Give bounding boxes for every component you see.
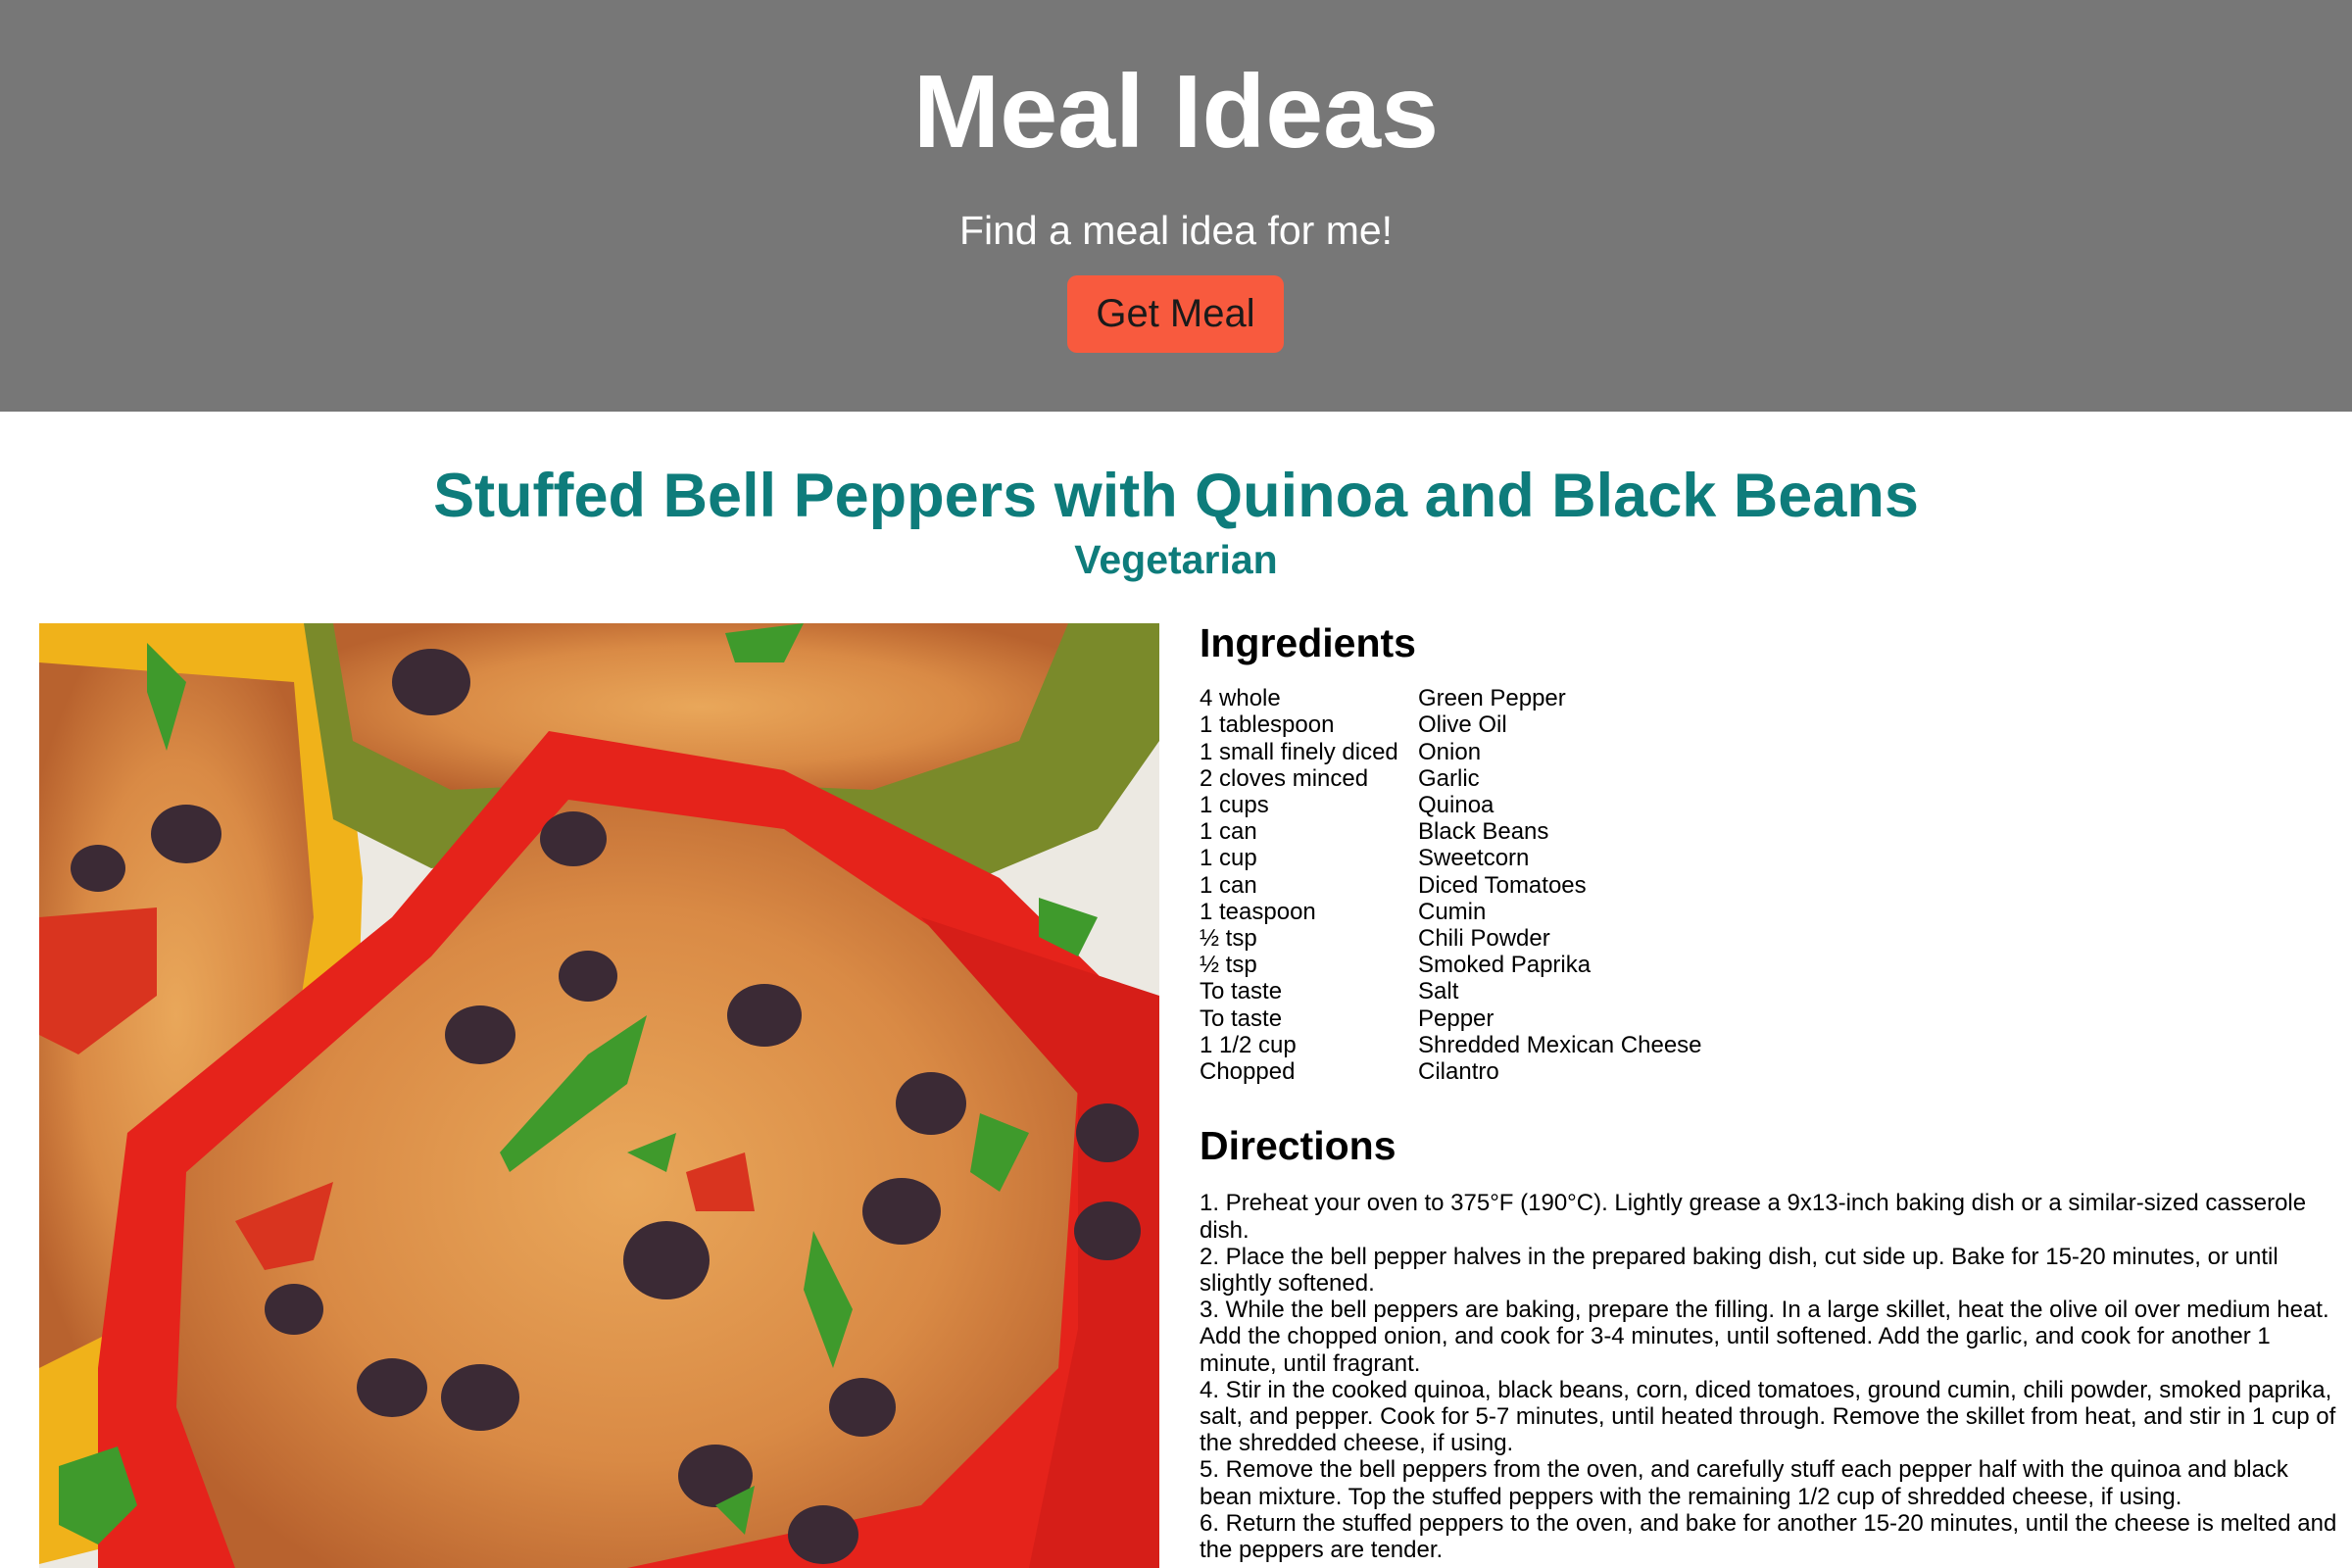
ingredient-name: Salt: [1418, 978, 1459, 1005]
ingredient-name: Garlic: [1418, 764, 1480, 792]
app-header: Meal Ideas Find a meal idea for me! Get …: [0, 0, 2352, 412]
ingredient-name: Quinoa: [1418, 792, 1494, 818]
ingredient-measure: 2 cloves minced: [1200, 764, 1369, 792]
ingredient-name: Sweetcorn: [1418, 845, 1530, 872]
ingredient-name: Olive Oil: [1418, 711, 1507, 739]
ingredient-name: Chili Powder: [1418, 925, 1550, 953]
app-title: Meal Ideas: [912, 54, 1440, 170]
ingredient-row: 1 can Black Beans: [1200, 818, 1702, 845]
ingredient-measure: 4 whole: [1200, 685, 1281, 712]
ingredient-measure: 1 can: [1200, 818, 1257, 846]
direction-step: 6. Return the stuffed peppers to the ove…: [1200, 1509, 2337, 1564]
direction-step: 5. Remove the bell peppers from the oven…: [1200, 1456, 2288, 1510]
ingredient-measure: 1 teaspoon: [1200, 898, 1316, 925]
ingredient-row: 1 small finely diced Onion: [1200, 739, 1702, 765]
tagline: Find a meal idea for me!: [958, 208, 1394, 253]
meal-title: Stuffed Bell Peppers with Quinoa and Bla…: [433, 462, 1919, 530]
ingredient-row: To taste Salt: [1200, 978, 1702, 1004]
ingredient-row: 4 whole Green Pepper: [1200, 685, 1702, 711]
ingredient-measure: 1 small finely diced: [1200, 738, 1398, 765]
recipe-details: Ingredients 4 whole Green Pepper 1 tablesp…: [1200, 619, 2346, 1563]
directions-heading: Directions: [1200, 1123, 1396, 1169]
ingredient-row: 1 tablespoon Olive Oil: [1200, 711, 1702, 738]
direction-step: 4. Stir in the cooked quinoa, black bean…: [1200, 1376, 2336, 1457]
ingredient-name: Black Beans: [1418, 818, 1549, 846]
meal-photo: [39, 623, 1159, 1568]
ingredient-row: 1 teaspoon Cumin: [1200, 899, 1702, 925]
ingredient-measure: ½ tsp: [1200, 952, 1257, 979]
ingredient-measure: 1 cup: [1200, 845, 1257, 872]
ingredient-measure: ½ tsp: [1200, 925, 1257, 953]
ingredient-row: 1 1/2 cup Shredded Mexican Cheese: [1200, 1032, 1702, 1058]
directions-list: 1. Preheat your oven to 375°F (190°C). L…: [1200, 1190, 2346, 1563]
ingredient-row: Chopped Cilantro: [1200, 1058, 1702, 1085]
ingredient-row: 2 cloves minced Garlic: [1200, 765, 1702, 792]
ingredient-measure: Chopped: [1200, 1058, 1296, 1086]
ingredient-measure: 1 can: [1200, 871, 1257, 899]
ingredient-name: Cumin: [1418, 898, 1487, 925]
ingredient-row: 1 cups Quinoa: [1200, 792, 1702, 818]
ingredient-row: 1 can Diced Tomatoes: [1200, 872, 1702, 899]
ingredient-name: Diced Tomatoes: [1418, 871, 1587, 899]
ingredient-row: ½ tsp Chili Powder: [1200, 925, 1702, 952]
ingredient-name: Pepper: [1418, 1004, 1494, 1032]
ingredient-measure: To taste: [1200, 978, 1283, 1005]
ingredient-name: Cilantro: [1418, 1058, 1499, 1086]
ingredient-row: To taste Pepper: [1200, 1005, 1702, 1032]
ingredient-measure: 1 tablespoon: [1200, 711, 1335, 739]
ingredient-name: Onion: [1418, 738, 1482, 765]
ingredient-name: Shredded Mexican Cheese: [1418, 1031, 1702, 1058]
ingredient-row: 1 cup Sweetcorn: [1200, 845, 1702, 871]
ingredient-name: Green Pepper: [1418, 685, 1566, 712]
ingredient-measure: To taste: [1200, 1004, 1283, 1032]
direction-step: 3. While the bell peppers are baking, pr…: [1200, 1297, 2329, 1377]
get-meal-button[interactable]: Get Meal: [1067, 275, 1284, 353]
ingredients-heading: Ingredients: [1200, 620, 1416, 665]
ingredient-measure: 1 1/2 cup: [1200, 1031, 1297, 1058]
direction-step: 2. Place the bell pepper halves in the p…: [1200, 1243, 2278, 1298]
ingredient-measure: 1 cups: [1200, 792, 1269, 818]
ingredient-row: ½ tsp Smoked Paprika: [1200, 952, 1702, 978]
ingredients-table: 4 whole Green Pepper 1 tablespoon Olive Oil…: [1200, 685, 1702, 1085]
direction-step: 1. Preheat your oven to 375°F (190°C). L…: [1200, 1190, 2307, 1244]
ingredient-name: Smoked Paprika: [1418, 952, 1592, 979]
meal-category: Vegetarian: [1074, 537, 1278, 582]
